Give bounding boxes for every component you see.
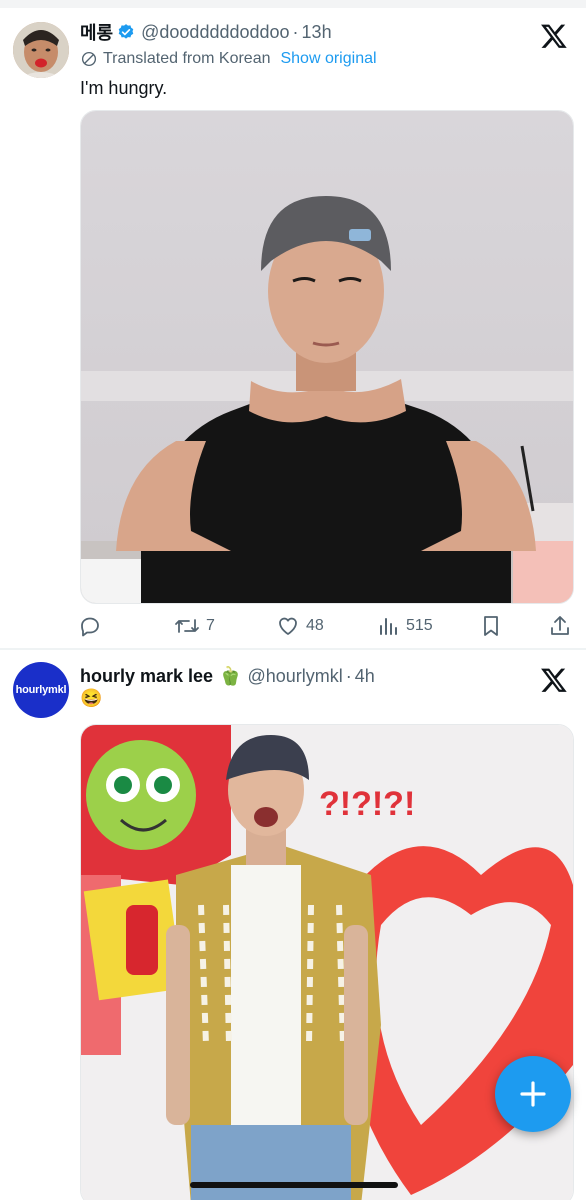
heart-icon [279,617,297,635]
repost-count: 7 [206,617,215,634]
avatar[interactable] [13,22,69,78]
like-count: 48 [306,617,324,634]
top-strip [0,0,586,8]
x-logo-icon [540,22,568,50]
timestamp[interactable]: 4h [355,666,375,687]
compose-fab[interactable] [495,1056,571,1132]
tweet[interactable]: hourlymkl hourly mark lee 🫑 @hourlymkl ·… [0,650,586,1200]
home-indicator [190,1182,398,1188]
reply-icon [81,617,99,637]
tweet-text: 😆 [80,688,103,708]
repost-button[interactable]: 7 [174,612,215,640]
repost-icon [175,619,199,633]
views-chart-icon [380,618,397,635]
views-button[interactable]: 515 [378,612,433,640]
reply-button[interactable] [78,612,102,640]
sign-text: ?!?!?! [319,785,415,823]
x-logo-icon [540,666,568,694]
avatar-text: hourlymkl [15,684,67,696]
tweet-photo[interactable]: ?!?!?! [80,724,574,1200]
tweet-text: I'm hungry. [80,78,168,98]
translated-label: Translated from Korean [103,50,271,67]
plus-icon [520,1081,546,1107]
tweet-header: 메롱 @doodddddoddoo · 13h [80,20,332,44]
share-button[interactable] [548,612,572,640]
timestamp[interactable]: 13h [302,22,332,43]
display-name[interactable]: 메롱 [80,19,113,45]
bell-pepper-emoji: 🫑 [219,665,242,686]
tweet[interactable]: 메롱 @doodddddoddoo · 13h Translated from … [0,8,586,648]
tweet-header: hourly mark lee 🫑 @hourlymkl · 4h [80,664,375,688]
bookmark-button[interactable] [480,612,502,640]
timeline-screen: 메롱 @doodddddoddoo · 13h Translated from … [0,0,586,1200]
avatar[interactable]: hourlymkl [13,662,69,718]
translate-icon [81,51,97,67]
bookmark-icon [484,616,498,636]
separator: · [292,21,299,42]
translation-notice: Translated from Korean Show original [80,50,377,68]
share-icon [551,616,569,635]
tweet-photo[interactable] [80,110,574,604]
separator: · [345,665,352,686]
views-count: 515 [406,617,433,634]
like-button[interactable]: 48 [276,612,324,640]
verified-badge-icon [117,23,135,41]
display-name[interactable]: hourly mark lee [80,666,213,687]
show-original-link[interactable]: Show original [280,50,376,68]
tweet-actions: 7 48 515 [78,612,574,640]
handle[interactable]: @hourlymkl [247,666,342,687]
handle[interactable]: @doodddddoddoo [141,22,289,43]
